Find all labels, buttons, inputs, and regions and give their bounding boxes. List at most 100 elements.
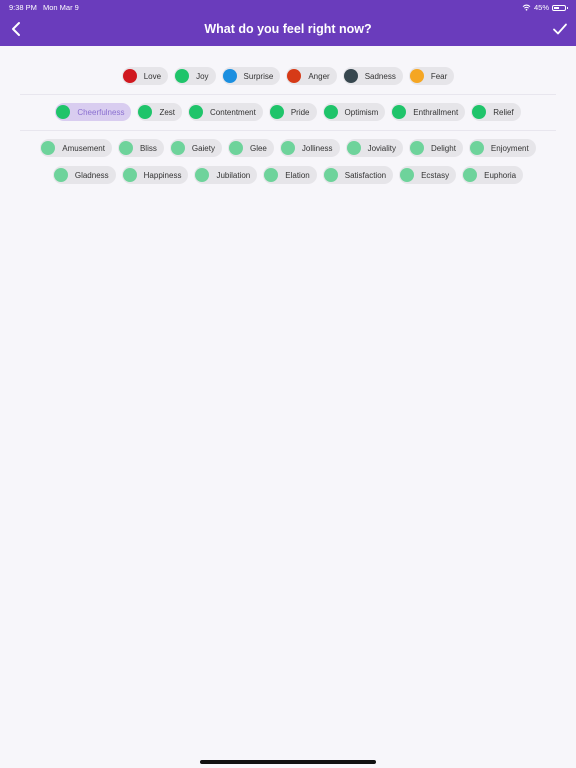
chip-label: Enthrallment — [413, 107, 459, 117]
chip-label: Gladness — [74, 170, 109, 180]
emotion-chip-gaiety[interactable]: Gaiety — [169, 139, 222, 157]
color-dot-icon — [400, 168, 415, 182]
color-dot-icon — [122, 69, 137, 83]
chip-label: Ecstasy — [421, 170, 450, 180]
status-bar: 9:38 PM Mon Mar 9 45% — [0, 0, 576, 14]
emotion-chip-cheerfulness[interactable]: Cheerfulness — [55, 103, 132, 121]
emotion-chip-row: Love Joy Surprise Anger Sadness Fear — [0, 67, 576, 85]
emotion-chip-zest[interactable]: Zest — [137, 103, 183, 121]
emotion-chip-pride[interactable]: Pride — [268, 103, 317, 121]
status-time: 9:38 PM — [9, 3, 37, 12]
chip-label: Amusement — [62, 143, 105, 153]
emotion-chip-fear[interactable]: Fear — [408, 67, 455, 85]
color-dot-icon — [189, 105, 204, 119]
color-dot-icon — [41, 141, 56, 155]
emotion-chip-enthrallment[interactable]: Enthrallment — [391, 103, 466, 121]
chip-label: Elation — [285, 170, 310, 180]
chip-label: Bliss — [139, 143, 157, 153]
emotion-chip-anger[interactable]: Anger — [286, 67, 337, 85]
emotion-chip-relief[interactable]: Relief — [471, 103, 521, 121]
chip-label: Surprise — [243, 71, 274, 81]
emotion-chip-ecstasy[interactable]: Ecstasy — [399, 166, 457, 184]
chip-label: Enjoyment — [490, 143, 529, 153]
emotion-chip-enjoyment[interactable]: Enjoyment — [468, 139, 536, 157]
emotion-chip-happiness[interactable]: Happiness — [121, 166, 189, 184]
emotion-chip-delight[interactable]: Delight — [409, 139, 463, 157]
color-dot-icon — [222, 69, 237, 83]
detail-emotion-row-2: Gladness Happiness Jubilation Elation Satisf… — [0, 166, 576, 184]
color-dot-icon — [410, 141, 425, 155]
emotion-chip-surprise[interactable]: Surprise — [221, 67, 281, 85]
chip-label: Euphoria — [484, 170, 517, 180]
chip-label: Joy — [196, 71, 209, 81]
emotion-chip-euphoria[interactable]: Euphoria — [462, 166, 524, 184]
detail-emotion-row-1: Amusement Bliss Gaiety Glee Jolliness Joviali… — [0, 139, 576, 157]
color-dot-icon — [195, 168, 210, 182]
chip-label: Zest — [159, 107, 176, 117]
chip-label: Optimism — [344, 107, 379, 117]
color-dot-icon — [170, 141, 185, 155]
chip-label: Jolliness — [301, 143, 333, 153]
emotion-chip-jubilation[interactable]: Jubilation — [194, 166, 258, 184]
chip-label: Relief — [493, 107, 514, 117]
color-dot-icon — [409, 69, 424, 83]
battery-percent: 45% — [533, 3, 549, 12]
status-right: 45% — [522, 3, 568, 12]
chip-label: Love — [143, 71, 162, 81]
divider — [20, 130, 556, 131]
chip-label: Delight — [431, 143, 456, 153]
color-dot-icon — [343, 69, 358, 83]
color-dot-icon — [56, 105, 71, 119]
status-date: Mon Mar 9 — [43, 3, 79, 12]
emotion-chip-optimism[interactable]: Optimism — [322, 103, 386, 121]
emotion-chip-joviality[interactable]: Joviality — [345, 139, 404, 157]
chip-label: Gaiety — [191, 143, 215, 153]
chip-label: Anger — [308, 71, 330, 81]
chip-label: Jubilation — [216, 170, 251, 180]
emotion-chip-elation[interactable]: Elation — [263, 166, 317, 184]
chip-label: Glee — [249, 143, 267, 153]
chip-label: Satisfaction — [344, 170, 387, 180]
color-dot-icon — [118, 141, 133, 155]
color-dot-icon — [53, 168, 68, 182]
wifi-icon — [522, 4, 531, 11]
emotion-chip-gladness[interactable]: Gladness — [52, 166, 116, 184]
emotion-chip-satisfaction[interactable]: Satisfaction — [322, 166, 394, 184]
chip-label: Joviality — [367, 143, 397, 153]
chip-label: Sadness — [364, 71, 396, 81]
emotion-chip-sadness[interactable]: Sadness — [342, 67, 403, 85]
battery-icon — [552, 4, 568, 11]
color-dot-icon — [287, 69, 302, 83]
emotion-chip-jolliness[interactable]: Jolliness — [279, 139, 340, 157]
emotion-chip-joy[interactable]: Joy — [174, 67, 216, 85]
color-dot-icon — [323, 105, 338, 119]
home-indicator — [200, 760, 376, 764]
chip-label: Cheerfulness — [77, 107, 125, 117]
emotion-chip-glee[interactable]: Glee — [227, 139, 274, 157]
emotion-chip-love[interactable]: Love — [121, 67, 169, 85]
emotion-chip-amusement[interactable]: Amusement — [40, 139, 112, 157]
color-dot-icon — [175, 69, 190, 83]
chip-label: Fear — [430, 71, 448, 81]
color-dot-icon — [469, 141, 484, 155]
color-dot-icon — [122, 168, 137, 182]
color-dot-icon — [280, 141, 295, 155]
done-checkmark-button[interactable] — [552, 21, 568, 37]
color-dot-icon — [138, 105, 153, 119]
chip-label: Happiness — [143, 170, 182, 180]
color-dot-icon — [269, 105, 284, 119]
emotion-chip-contentment[interactable]: Contentment — [188, 103, 263, 121]
color-dot-icon — [264, 168, 279, 182]
chip-label: Pride — [290, 107, 310, 117]
color-dot-icon — [463, 168, 478, 182]
divider — [20, 94, 556, 95]
color-dot-icon — [346, 141, 361, 155]
nav-header: 9:38 PM Mon Mar 9 45% What do you feel r… — [0, 0, 576, 46]
page-title: What do you feel right now? — [204, 22, 372, 36]
sub-emotion-chip-row: Cheerfulness Zest Contentment Pride Optimism… — [0, 103, 576, 121]
color-dot-icon — [323, 168, 338, 182]
color-dot-icon — [228, 141, 243, 155]
color-dot-icon — [472, 105, 487, 119]
chip-label: Contentment — [210, 107, 256, 117]
emotion-chip-bliss[interactable]: Bliss — [117, 139, 164, 157]
